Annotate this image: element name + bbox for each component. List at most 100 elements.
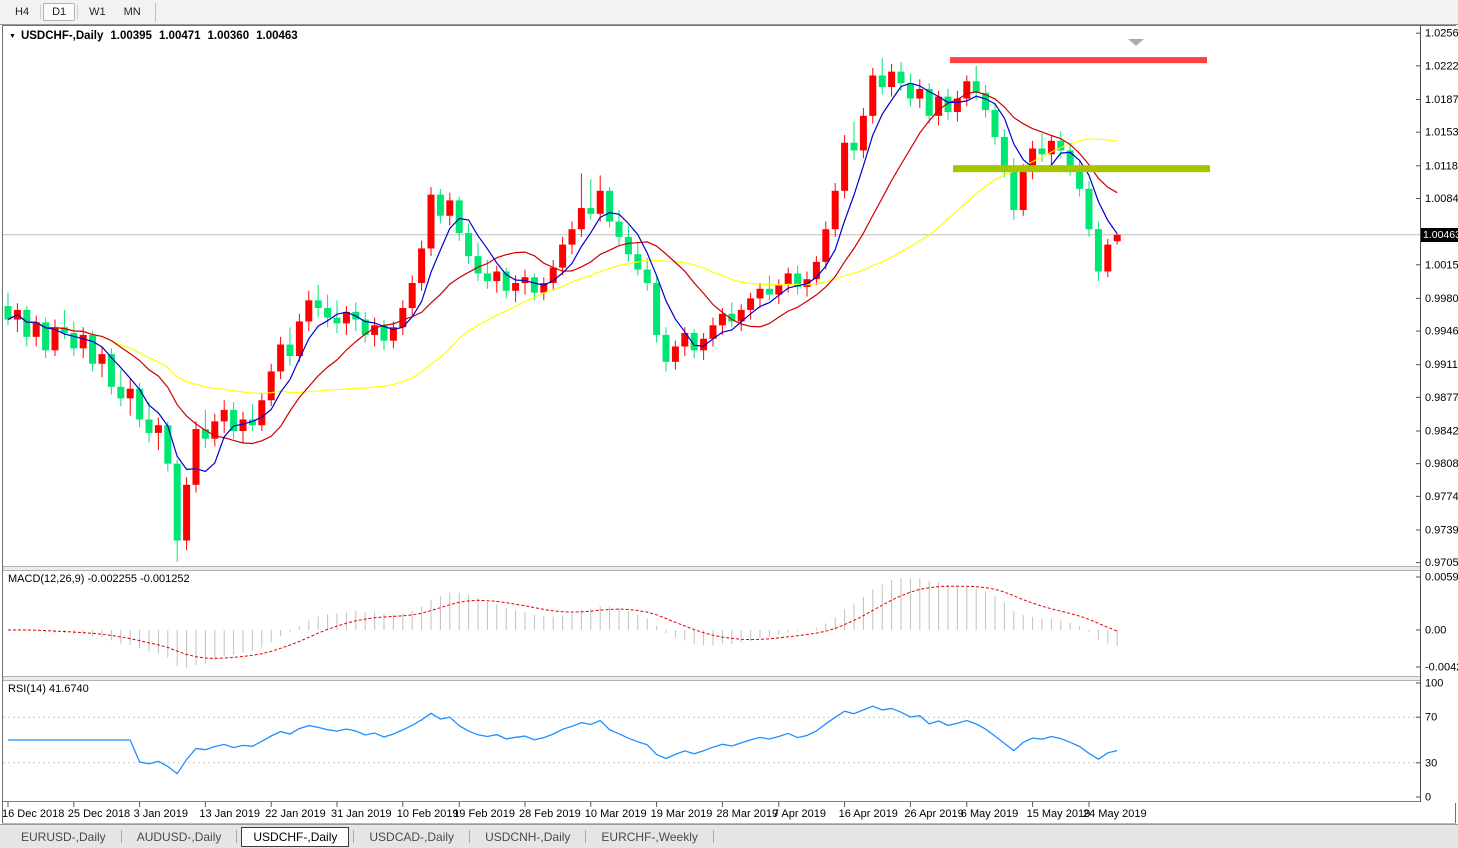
tab-audusd-daily[interactable]: AUDUSD-,Daily	[126, 828, 233, 846]
candle-body	[906, 83, 914, 99]
date-tick-label: 10 Feb 2019	[397, 808, 459, 820]
candle-body	[718, 313, 726, 326]
date-tick-label: 31 Jan 2019	[331, 808, 392, 820]
date-tick-label: 19 Feb 2019	[453, 808, 515, 820]
candle-body	[305, 300, 313, 322]
rsi-tick-label: 100	[1425, 678, 1443, 690]
candle-body	[126, 388, 134, 399]
candle-body	[991, 110, 999, 137]
ohlc-low: 1.00360	[207, 30, 250, 42]
candle-body	[963, 81, 971, 99]
candle-body	[747, 298, 755, 310]
candle-body	[145, 419, 153, 433]
candle-body	[427, 194, 435, 249]
candle-body	[107, 354, 115, 387]
candle-body	[455, 200, 463, 234]
date-tick-label: 19 Mar 2019	[651, 808, 713, 820]
candle-body	[220, 409, 228, 422]
candle-body	[483, 273, 491, 282]
pane-splitter[interactable]	[2, 566, 1456, 571]
mt4-window: H4 D1 W1 MN 1.02560 1.02220 1.01870 1.01530…	[0, 0, 1458, 848]
price-tick-label: 0.99460	[1425, 326, 1458, 338]
date-tick-label: 7 Apr 2019	[773, 808, 826, 820]
timeframe-button-mn[interactable]: MN	[115, 3, 150, 21]
tab-separator	[236, 830, 238, 843]
price-tick-label: 0.98420	[1425, 426, 1458, 438]
macd-label: MACD(12,26,9) -0.002255 -0.001252	[8, 573, 190, 585]
candle-body	[1094, 229, 1102, 272]
candle-body	[784, 273, 792, 285]
timeframe-button-w1[interactable]: W1	[80, 3, 115, 21]
price-tick-label: 1.01870	[1425, 94, 1458, 106]
date-tick-label: 3 Jan 2019	[134, 808, 188, 820]
candle-body	[258, 400, 266, 426]
candle-body	[643, 269, 651, 284]
tab-separator	[469, 830, 471, 843]
support-line[interactable]	[953, 165, 1210, 173]
timeframe-button-h4[interactable]: H4	[6, 3, 38, 21]
tab-usdcad-daily[interactable]: USDCAD-,Daily	[358, 828, 465, 846]
candle-body	[606, 190, 614, 222]
macd-indicator-name: MACD(12,26,9)	[8, 573, 85, 585]
macd-tick-label: 0.00	[1425, 625, 1446, 637]
date-tick-label: 22 Jan 2019	[265, 808, 326, 820]
ohlc-high: 1.00471	[158, 30, 201, 42]
tab-usdcnh-daily[interactable]: USDCNH-,Daily	[474, 828, 581, 846]
candle-body	[32, 322, 40, 337]
candle-body	[286, 344, 294, 357]
main-chart-pane[interactable]	[3, 26, 1420, 566]
candle-body	[436, 194, 444, 216]
date-tick-label: 6 May 2019	[961, 808, 1018, 820]
candle-body	[624, 236, 632, 255]
date-tick-label: 25 Dec 2018	[68, 808, 130, 820]
chart-symbol-label: USDCHF-,Daily	[20, 30, 104, 42]
collapse-arrow-icon[interactable]: ▼	[9, 33, 16, 40]
rsi-indicator-name: RSI(14)	[8, 683, 46, 695]
macd-main-value: -0.002255	[87, 573, 138, 585]
candle-body	[587, 208, 595, 214]
price-tick-label: 0.98080	[1425, 458, 1458, 470]
macd-tick-label: 0.00597	[1425, 572, 1458, 584]
candle-body	[615, 221, 623, 237]
price-tick-label: 0.97050	[1425, 557, 1458, 569]
candle-body	[765, 288, 773, 295]
candle-body	[324, 308, 332, 318]
macd-signal-value: -0.001252	[140, 573, 190, 585]
candle-body	[803, 279, 811, 287]
timeframe-button-d1[interactable]: D1	[43, 3, 76, 21]
price-tick-label: 1.02560	[1425, 28, 1458, 40]
candle-body	[559, 244, 567, 268]
candle-body	[568, 229, 576, 245]
candle-body	[756, 288, 764, 299]
candle-body	[446, 200, 454, 216]
candle-body	[653, 283, 661, 335]
tab-separator	[585, 830, 587, 843]
timeframe-toolbar: H4 D1 W1 MN	[0, 0, 1458, 25]
candle-body	[117, 386, 125, 399]
ohlc-open: 1.00395	[110, 30, 152, 42]
chart-canvas[interactable]: 1.02560 1.02220 1.01870 1.01530 1.01180 1.008…	[0, 0, 1458, 848]
rsi-tick-label: 0	[1425, 792, 1431, 804]
candle-body	[972, 81, 980, 93]
tab-eurusd-daily[interactable]: EURUSD-,Daily	[10, 828, 117, 846]
candle-body	[79, 334, 87, 349]
candle-body	[164, 425, 172, 464]
candle-body	[1000, 136, 1008, 170]
macd-tick-label: -0.00424	[1425, 662, 1458, 674]
candle-body	[1010, 169, 1018, 211]
tab-eurchf-weekly[interactable]: EURCHF-,Weekly	[590, 828, 708, 846]
toolbar-separator	[40, 5, 42, 19]
resistance-line[interactable]	[950, 57, 1207, 64]
candle-body	[4, 306, 12, 320]
pane-splitter[interactable]	[2, 676, 1456, 681]
candle-body	[1104, 244, 1112, 272]
candle-body	[869, 75, 877, 116]
current-price-badge: 1.00463	[1421, 228, 1458, 242]
price-tick-label: 0.98770	[1425, 392, 1458, 404]
date-tick-label: 26 Apr 2019	[904, 808, 963, 820]
candle-body	[230, 409, 238, 431]
tab-separator	[353, 830, 355, 843]
tab-usdchf-daily[interactable]: USDCHF-,Daily	[241, 826, 350, 847]
chart-title: ▼ USDCHF-,Daily 1.00395 1.00471 1.00360 1.004…	[9, 30, 298, 42]
candle-body	[89, 334, 97, 364]
